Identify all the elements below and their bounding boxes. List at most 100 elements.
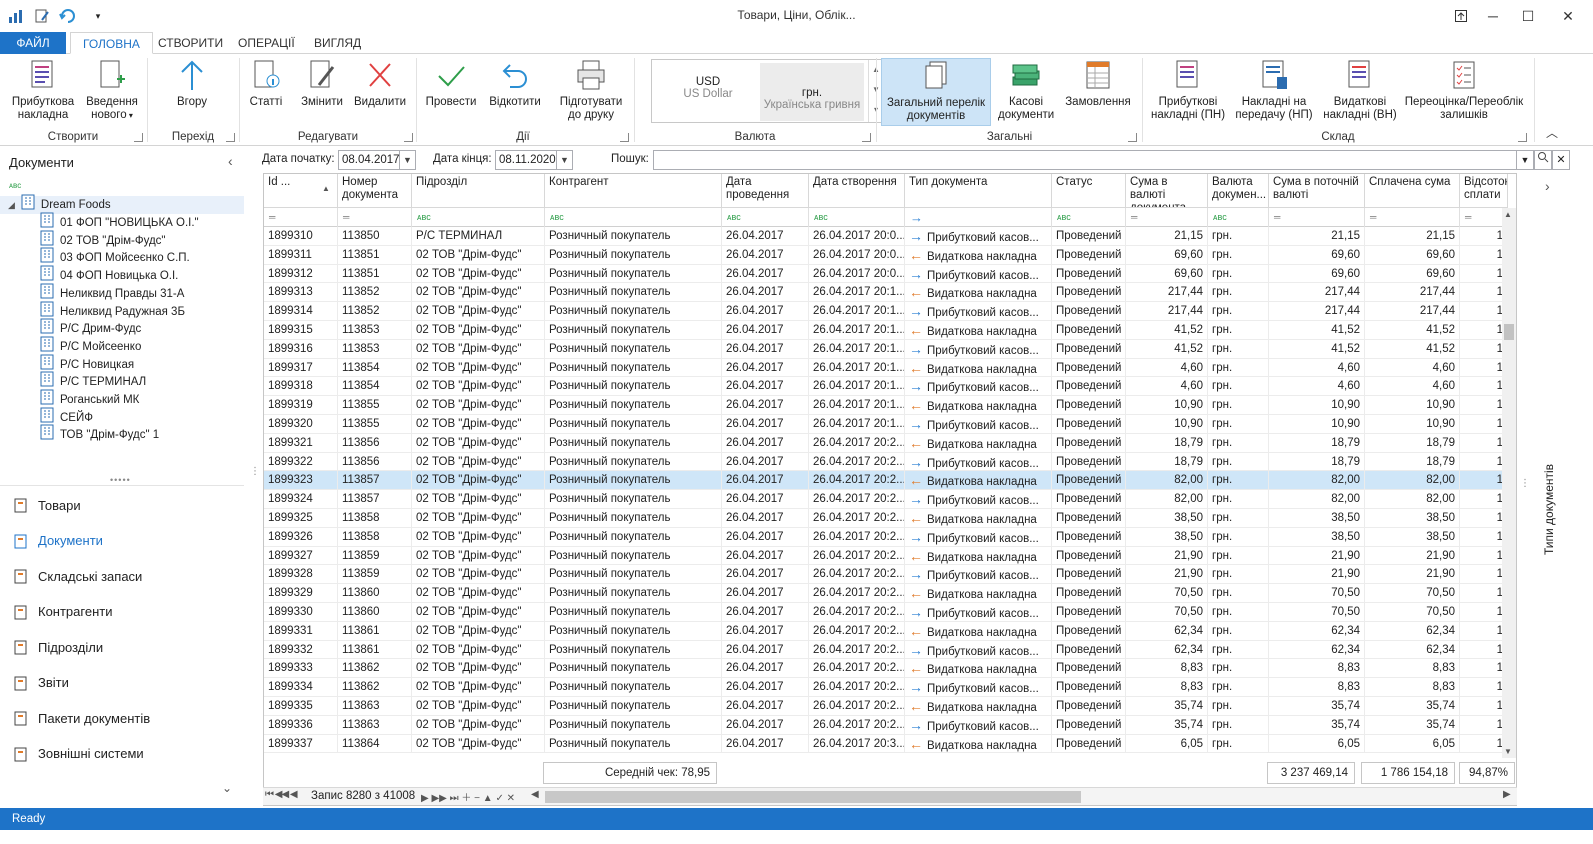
table-row[interactable]: 1899329 113860 02 ТОВ "Дрім-Фудс" Розничный… <box>264 584 1502 603</box>
income-invoice-button[interactable]: Прибуткова накладна <box>6 58 80 122</box>
search-dropdown-icon[interactable]: ▼ <box>1516 150 1534 170</box>
group-actions-launcher-icon[interactable] <box>620 133 629 142</box>
table-row[interactable]: 1899313 113852 02 ТОВ "Дрім-Фудс" Розничный… <box>264 283 1502 303</box>
table-row[interactable]: 1899310 113850 Р/С ТЕРМИНАЛ Розничный покуп… <box>264 227 1502 246</box>
nav-external-systems[interactable]: Зовнішні системи <box>12 739 144 769</box>
table-row[interactable]: 1899311 113851 02 ТОВ "Дрім-Фудс" Розничный… <box>264 245 1502 265</box>
chevron-down-icon[interactable]: ▼ <box>399 151 415 169</box>
column-header[interactable]: Сплачена сума <box>1365 174 1460 208</box>
start-date-field[interactable]: 08.04.2017 ▼ <box>338 150 416 170</box>
filter-cell-icon[interactable]: ═ <box>1460 208 1508 227</box>
filter-cell-icon[interactable]: ═ <box>338 208 412 227</box>
nav-departments[interactable]: Підрозділи <box>12 632 103 662</box>
table-row[interactable]: 1899330 113860 02 ТОВ "Дрім-Фудс" Розничный… <box>264 603 1502 622</box>
close-icon[interactable]: ✕ <box>1545 0 1591 32</box>
tree-item[interactable]: 02 ТОВ "Дрім-Фудс" <box>40 230 166 250</box>
table-row[interactable]: 1899333 113862 02 ТОВ "Дрім-Фудс" Розничный… <box>264 659 1502 679</box>
column-header[interactable]: Сума в валюті документа <box>1126 174 1208 208</box>
table-row[interactable]: 1899326 113858 02 ТОВ "Дрім-Фудс" Розничный… <box>264 527 1502 547</box>
column-header[interactable]: Статус <box>1052 174 1126 208</box>
column-header[interactable]: Відсоток сплати <box>1460 174 1508 208</box>
table-row[interactable]: 1899321 113856 02 ТОВ "Дрім-Фудс" Розничный… <box>264 433 1502 453</box>
column-header[interactable]: Сума в поточній валюті <box>1269 174 1365 208</box>
table-row[interactable]: 1899328 113859 02 ТОВ "Дрім-Фудс" Розничный… <box>264 565 1502 585</box>
nav-stock[interactable]: Складські запаси <box>12 561 142 591</box>
nav-reports[interactable]: Звіти <box>12 668 69 698</box>
currency-uah[interactable]: грн. Українська гривня <box>760 63 864 121</box>
tree-item[interactable]: Неликвид Радужная 3Б <box>40 301 185 321</box>
filter-cell-icon[interactable]: ═ <box>264 208 338 227</box>
vertical-scrollbar[interactable]: ▲ ▼ <box>1502 208 1516 758</box>
post-button[interactable]: Провести <box>422 58 480 109</box>
tree-item[interactable]: Р/С ТЕРМИНАЛ <box>40 371 146 391</box>
group-general-launcher-icon[interactable] <box>1128 133 1137 142</box>
transfer-np-button[interactable]: Накладні на передачу (НП) <box>1232 58 1316 122</box>
up-button[interactable]: Вгору <box>160 58 224 109</box>
search-icon[interactable] <box>1534 150 1552 170</box>
tab-create[interactable]: СТВОРИТИ <box>146 32 235 54</box>
currency-usd[interactable]: USD US Dollar <box>658 68 758 118</box>
document-types-panel-label[interactable]: Типи документів <box>1542 464 1556 555</box>
filter-cell-icon[interactable]: ═ <box>1269 208 1365 227</box>
tree-item[interactable]: Роганський МК <box>40 389 139 409</box>
nav-first-prev-icons[interactable]: ⏮ ◀◀ ◀ <box>265 789 298 800</box>
group-warehouse-launcher-icon[interactable] <box>1518 133 1527 142</box>
revaluation-button[interactable]: Переоцінка/Переоблік залишків <box>1402 58 1526 122</box>
horizontal-scroll-thumb[interactable] <box>545 791 1081 803</box>
nav-next-last-icons[interactable]: ▶ ▶▶ ⏭ ＋ − ▲ ✓ ✕ <box>421 789 515 804</box>
table-row[interactable]: 1899334 113862 02 ТОВ "Дрім-Фудс" Розничный… <box>264 678 1502 697</box>
table-row[interactable]: 1899318 113854 02 ТОВ "Дрім-Фудс" Розничный… <box>264 377 1502 397</box>
filter-cell-icon[interactable]: ᴀʙc <box>722 208 809 227</box>
table-row[interactable]: 1899332 113861 02 ТОВ "Дрім-Фудс" Розничный… <box>264 640 1502 660</box>
hscroll-right-icon[interactable]: ▶ <box>1503 789 1511 800</box>
filter-cell-icon[interactable]: → <box>905 208 1052 227</box>
nav-goods[interactable]: Товари <box>12 490 81 520</box>
filter-cell-icon[interactable]: ᴀʙc <box>809 208 905 227</box>
tree-item[interactable]: Неликвид Правды 31-А <box>40 283 184 303</box>
nav-documents[interactable]: Документи <box>12 526 103 556</box>
articles-button[interactable]: Статті <box>246 58 286 109</box>
print-prepare-button[interactable]: Підготувати до друку <box>554 58 628 122</box>
expand-icon[interactable]: ◢ <box>8 196 15 214</box>
documents-grid[interactable]: Id ... Номер документа Підрозділ Контрагент… <box>263 173 1517 806</box>
sort-asc-icon[interactable]: ▲ <box>322 184 330 193</box>
collapse-ribbon-icon[interactable]: ︿ <box>1546 124 1558 141</box>
nav-more-icon[interactable]: ⌄ <box>222 781 232 795</box>
tree-item[interactable]: Р/С Мойсеенко <box>40 336 141 356</box>
group-currency-launcher-icon[interactable] <box>862 133 871 142</box>
right-splitter-icon[interactable]: ⋮ <box>1520 478 1530 489</box>
column-header[interactable]: Дата створення <box>809 174 905 208</box>
scroll-up-icon[interactable]: ▲ <box>1504 210 1512 219</box>
filter-cell-icon[interactable]: ᴀʙc <box>1208 208 1269 227</box>
table-row[interactable]: 1899324 113857 02 ТОВ "Дрім-Фудс" Розничный… <box>264 490 1502 509</box>
table-row[interactable]: 1899327 113859 02 ТОВ "Дрім-Фудс" Розничный… <box>264 546 1502 566</box>
table-row[interactable]: 1899337 113864 02 ТОВ "Дрім-Фудс" Розничный… <box>264 734 1502 754</box>
filter-cell-icon[interactable]: ═ <box>1126 208 1208 227</box>
expand-right-panel-icon[interactable]: › <box>1545 178 1550 194</box>
outgoing-vn-button[interactable]: Видаткові накладні (ВН) <box>1322 58 1398 122</box>
tab-home[interactable]: ГОЛОВНА <box>70 32 153 54</box>
group-edit-launcher-icon[interactable] <box>404 133 413 142</box>
collapse-pane-icon[interactable]: ‹ <box>228 153 233 169</box>
cash-docs-button[interactable]: Касові документи <box>998 58 1054 122</box>
filter-cell-icon[interactable]: ᴀʙc <box>545 208 722 227</box>
delete-button[interactable]: Видалити <box>352 58 408 109</box>
rollback-button[interactable]: Відкотити <box>486 58 544 109</box>
end-date-field[interactable]: 08.11.2020 ▼ <box>495 150 573 170</box>
column-header[interactable]: Контрагент <box>545 174 722 208</box>
group-nav-launcher-icon[interactable] <box>226 133 235 142</box>
hscroll-left-icon[interactable]: ◀ <box>531 789 539 800</box>
filter-cell-icon[interactable]: ᴀʙc <box>1052 208 1126 227</box>
table-row[interactable]: 1899323 113857 02 ТОВ "Дрім-Фудс" Розничный… <box>264 471 1502 491</box>
vertical-splitter-icon[interactable]: ⋮ <box>250 466 260 477</box>
table-row[interactable]: 1899331 113861 02 ТОВ "Дрім-Фудс" Розничный… <box>264 621 1502 641</box>
income-pn-button[interactable]: Прибуткові накладні (ПН) <box>1150 58 1226 122</box>
tab-operations[interactable]: ОПЕРАЦІЇ <box>226 32 307 54</box>
tab-view[interactable]: ВИГЛЯД <box>302 32 373 54</box>
column-header[interactable]: Номер документа <box>338 174 412 208</box>
column-header[interactable]: Валюта докумен... <box>1208 174 1269 208</box>
scroll-down-icon[interactable]: ▼ <box>1504 747 1512 756</box>
column-header[interactable]: Підрозділ <box>412 174 545 208</box>
column-header[interactable]: Дата проведення <box>722 174 809 208</box>
tree-root[interactable]: ◢ Dream Foods <box>0 194 244 214</box>
